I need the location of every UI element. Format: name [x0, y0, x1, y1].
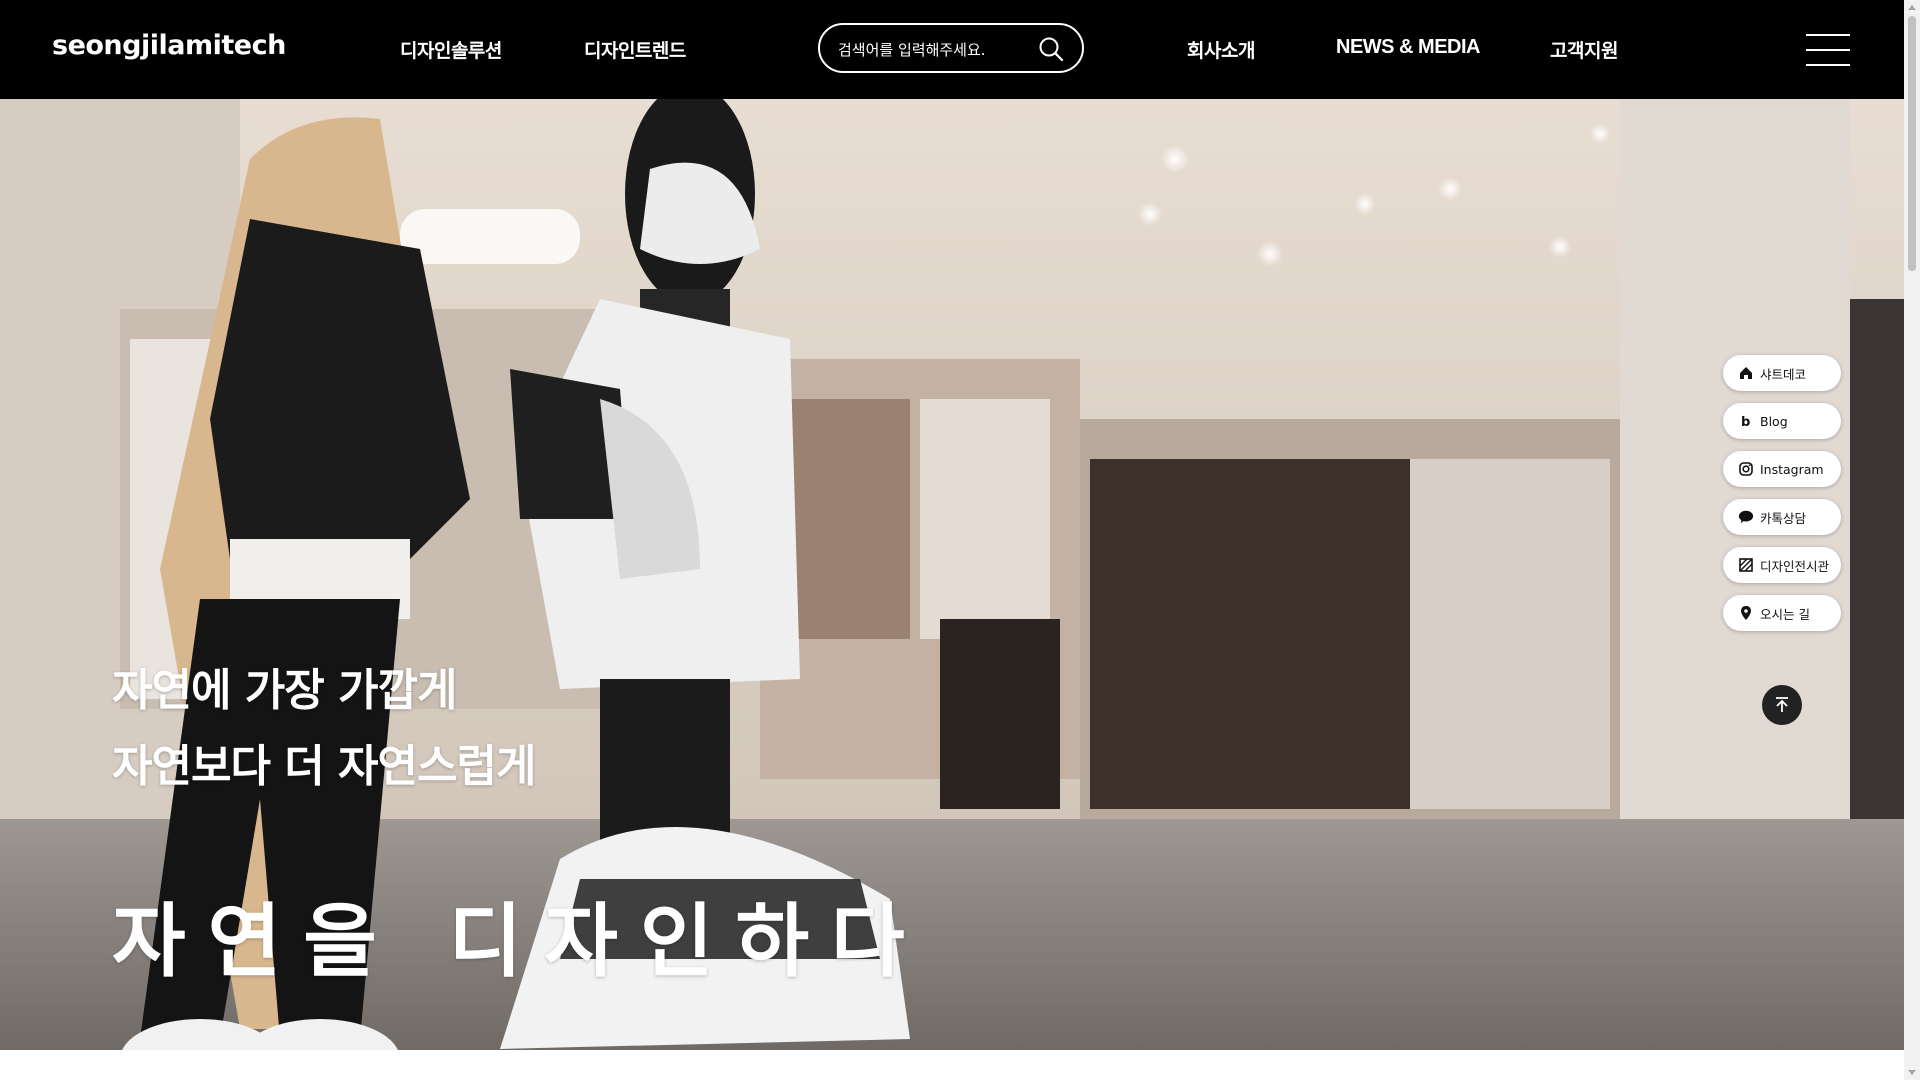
- page-scrollbar[interactable]: [1904, 0, 1920, 1080]
- quick-link-home[interactable]: 샤트데코: [1723, 355, 1841, 391]
- svg-text:b: b: [1741, 415, 1750, 429]
- home-icon: [1740, 367, 1752, 379]
- quick-link-directions[interactable]: 오시는 길: [1723, 595, 1841, 631]
- site-logo[interactable]: seongjilamitech: [52, 30, 286, 61]
- search-input[interactable]: [836, 37, 1030, 63]
- quick-link-label: 샤트데코: [1760, 366, 1807, 382]
- hero-tagline-1: 자연에 가장 가깝게: [112, 665, 457, 716]
- kakaotalk-icon: [1738, 510, 1754, 524]
- nav-design-trend[interactable]: 디자인트렌드: [584, 36, 686, 63]
- quick-link-kakaotalk[interactable]: 카톡상담: [1723, 499, 1841, 535]
- instagram-icon: [1739, 462, 1753, 476]
- search-icon[interactable]: [1038, 36, 1064, 62]
- nav-design-solution[interactable]: 디자인솔루션: [400, 36, 502, 63]
- scroll-up-arrow-icon[interactable]: [1908, 5, 1916, 10]
- hero-banner: 자연에 가장 가깝게 자연보다 더 자연스럽게 자연을 디자인하다: [0, 99, 1904, 1050]
- arrow-up-icon: [1776, 697, 1788, 712]
- quick-link-design-gallery[interactable]: 디자인전시관: [1723, 547, 1841, 583]
- quick-link-label: 오시는 길: [1760, 606, 1810, 622]
- site-header: seongjilamitech 디자인솔루션 디자인트렌드 회사소개 NEWS …: [0, 0, 1904, 99]
- quick-link-blog[interactable]: b Blog: [1723, 403, 1841, 439]
- search-box: [818, 23, 1084, 73]
- nav-customer-support[interactable]: 고객지원: [1550, 36, 1618, 63]
- blog-b-icon: b: [1741, 415, 1750, 429]
- quick-link-label: Blog: [1760, 413, 1788, 429]
- scroll-to-top-button[interactable]: [1762, 685, 1802, 725]
- map-pin-icon: [1741, 606, 1751, 620]
- nav-news-media[interactable]: NEWS & MEDIA: [1336, 36, 1481, 59]
- quick-link-instagram[interactable]: Instagram: [1723, 451, 1841, 487]
- gallery-icon: [1739, 558, 1753, 572]
- hero-headline: 자연을 디자인하다: [112, 895, 927, 988]
- nav-company[interactable]: 회사소개: [1187, 36, 1255, 63]
- scroll-down-arrow-icon[interactable]: [1908, 1070, 1916, 1075]
- quick-link-label: 카톡상담: [1760, 510, 1807, 526]
- quick-link-label: 디자인전시관: [1760, 558, 1830, 574]
- hamburger-menu-icon[interactable]: [1806, 34, 1850, 66]
- scrollbar-thumb[interactable]: [1908, 16, 1916, 271]
- hero-tagline-2: 자연보다 더 자연스럽게: [112, 741, 536, 792]
- quick-link-label: Instagram: [1760, 461, 1824, 477]
